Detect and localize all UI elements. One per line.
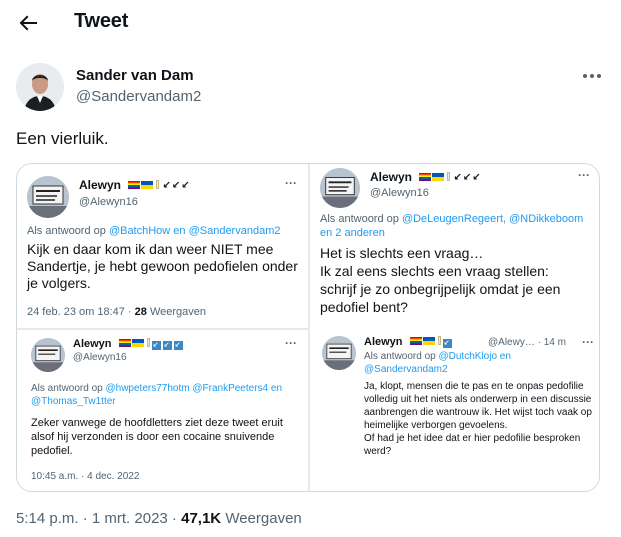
emoji-badges: ↙↙↙ (128, 180, 190, 191)
author-name[interactable]: Sander van Dam (76, 67, 194, 84)
reply-context: Als antwoord op @DutchKlojo en @Sanderva… (364, 350, 584, 376)
screenshot-bottom-left[interactable]: Alewyn ↙ ↙ ↙ @Alewyn16 ··· Als antwoord op… (17, 330, 308, 491)
tweet-meta: 5:14 p.m. · 1 mrt. 2023 · 47,1K Weergave… (16, 510, 302, 527)
emoji-badges: ↙ (409, 336, 452, 348)
back-arrow-icon[interactable] (16, 11, 40, 35)
more-options-icon: ··· (285, 336, 297, 350)
screenshot-time: 24 feb. 23 om 18:47 (27, 306, 125, 318)
screenshot-author-name-text: Alewyn (79, 178, 122, 192)
reply-context: Als antwoord op @DeLeugenRegeert, @NDikk… (320, 212, 590, 240)
reply-prefix: Als antwoord op (320, 213, 402, 225)
reply-prefix: Als antwoord op (31, 383, 106, 394)
screenshot-right-column[interactable]: Alewyn ↙↙↙ @Alewyn16 ··· Als antwoord op… (310, 164, 599, 491)
screenshot-meta: 24 feb. 23 om 18:47 · 28 Weergaven (27, 306, 206, 318)
screenshot-author-name: Alewyn ↙↙↙ (73, 338, 183, 350)
more-options-icon: ··· (285, 176, 297, 190)
screenshot-avatar (320, 168, 360, 208)
screenshot-author-name-text: Alewyn (370, 170, 413, 184)
reply-prefix: Als antwoord op (364, 351, 439, 362)
emoji-badges: ↙↙↙ (118, 338, 183, 350)
screenshot-author-name: Alewyn ↙↙↙ (79, 178, 191, 192)
views-label: Weergaven (146, 306, 206, 318)
screenshot-author-name: Alewyn ↙↙↙ (370, 170, 482, 184)
tweet-text: Een vierluik. (16, 129, 109, 148)
screenshot-time: 10:45 a.m. · 4 dec. 2022 (31, 471, 140, 482)
meta-separator: · (124, 306, 135, 318)
screenshot-author-name-text: Alewyn (73, 338, 112, 350)
tweet-date[interactable]: 1 mrt. 2023 (92, 510, 168, 527)
reply-prefix: Als antwoord op (27, 225, 109, 237)
screenshot-handle: @Alewyn16 (370, 187, 429, 199)
protest-photo-icon (322, 336, 356, 370)
screenshot-avatar (322, 336, 356, 370)
reply-context: Als antwoord op @BatchHow en @Sandervand… (27, 224, 307, 238)
views-count: 47,1K (181, 510, 222, 527)
more-options-icon: ··· (582, 335, 594, 349)
avatar-photo-icon (16, 63, 64, 111)
screenshot-handle-text: @Alewy… (488, 337, 535, 348)
reply-mentions: @BatchHow en @Sandervandam2 (108, 225, 281, 237)
author-handle[interactable]: @Sandervandam2 (76, 88, 201, 105)
screenshot-body: Ja, klopt, mensen die te pas en te onpas… (364, 381, 592, 457)
reply-context: Als antwoord op @hwpeters77hotm @FrankPe… (31, 382, 301, 408)
screenshot-body: Zeker vanwege de hoofdletters ziet deze … (31, 417, 283, 457)
screenshot-author-name: Alewyn ↙ (364, 336, 452, 348)
screenshot-handle: @Alewyn16 (73, 352, 127, 363)
protest-photo-icon (31, 338, 65, 372)
screenshot-body: Kijk en daar kom ik dan weer NIET mee Sa… (27, 241, 298, 291)
screenshot-top-left[interactable]: Alewyn ↙↙↙ @Alewyn16 ··· Als antwoord op… (17, 164, 308, 328)
top-bar: Tweet (0, 0, 621, 46)
avatar[interactable] (16, 63, 64, 111)
views-count: 28 (134, 306, 147, 318)
screenshot-avatar (31, 338, 65, 372)
tweet-time[interactable]: 5:14 p.m. (16, 510, 79, 527)
protest-photo-icon (27, 176, 69, 218)
protest-photo-icon (320, 168, 360, 208)
more-options-icon[interactable] (580, 64, 604, 88)
screenshot-author-name-text: Alewyn (364, 336, 403, 348)
screenshot-handle: @Alewy… · 14 m (488, 337, 566, 348)
page-title: Tweet (74, 10, 129, 32)
screenshot-handle: @Alewyn16 (79, 196, 138, 208)
screenshot-body: Het is slechts een vraag… Ik zal eens sl… (320, 245, 561, 315)
screenshot-time: · 14 m (537, 337, 566, 348)
more-options-icon: ··· (578, 168, 590, 182)
screenshot-avatar (27, 176, 69, 218)
emoji-badges: ↙↙↙ (419, 172, 481, 183)
tweet-media-grid[interactable]: Alewyn ↙↙↙ @Alewyn16 ··· Als antwoord op… (16, 163, 600, 492)
views-label: Weergaven (225, 510, 302, 527)
